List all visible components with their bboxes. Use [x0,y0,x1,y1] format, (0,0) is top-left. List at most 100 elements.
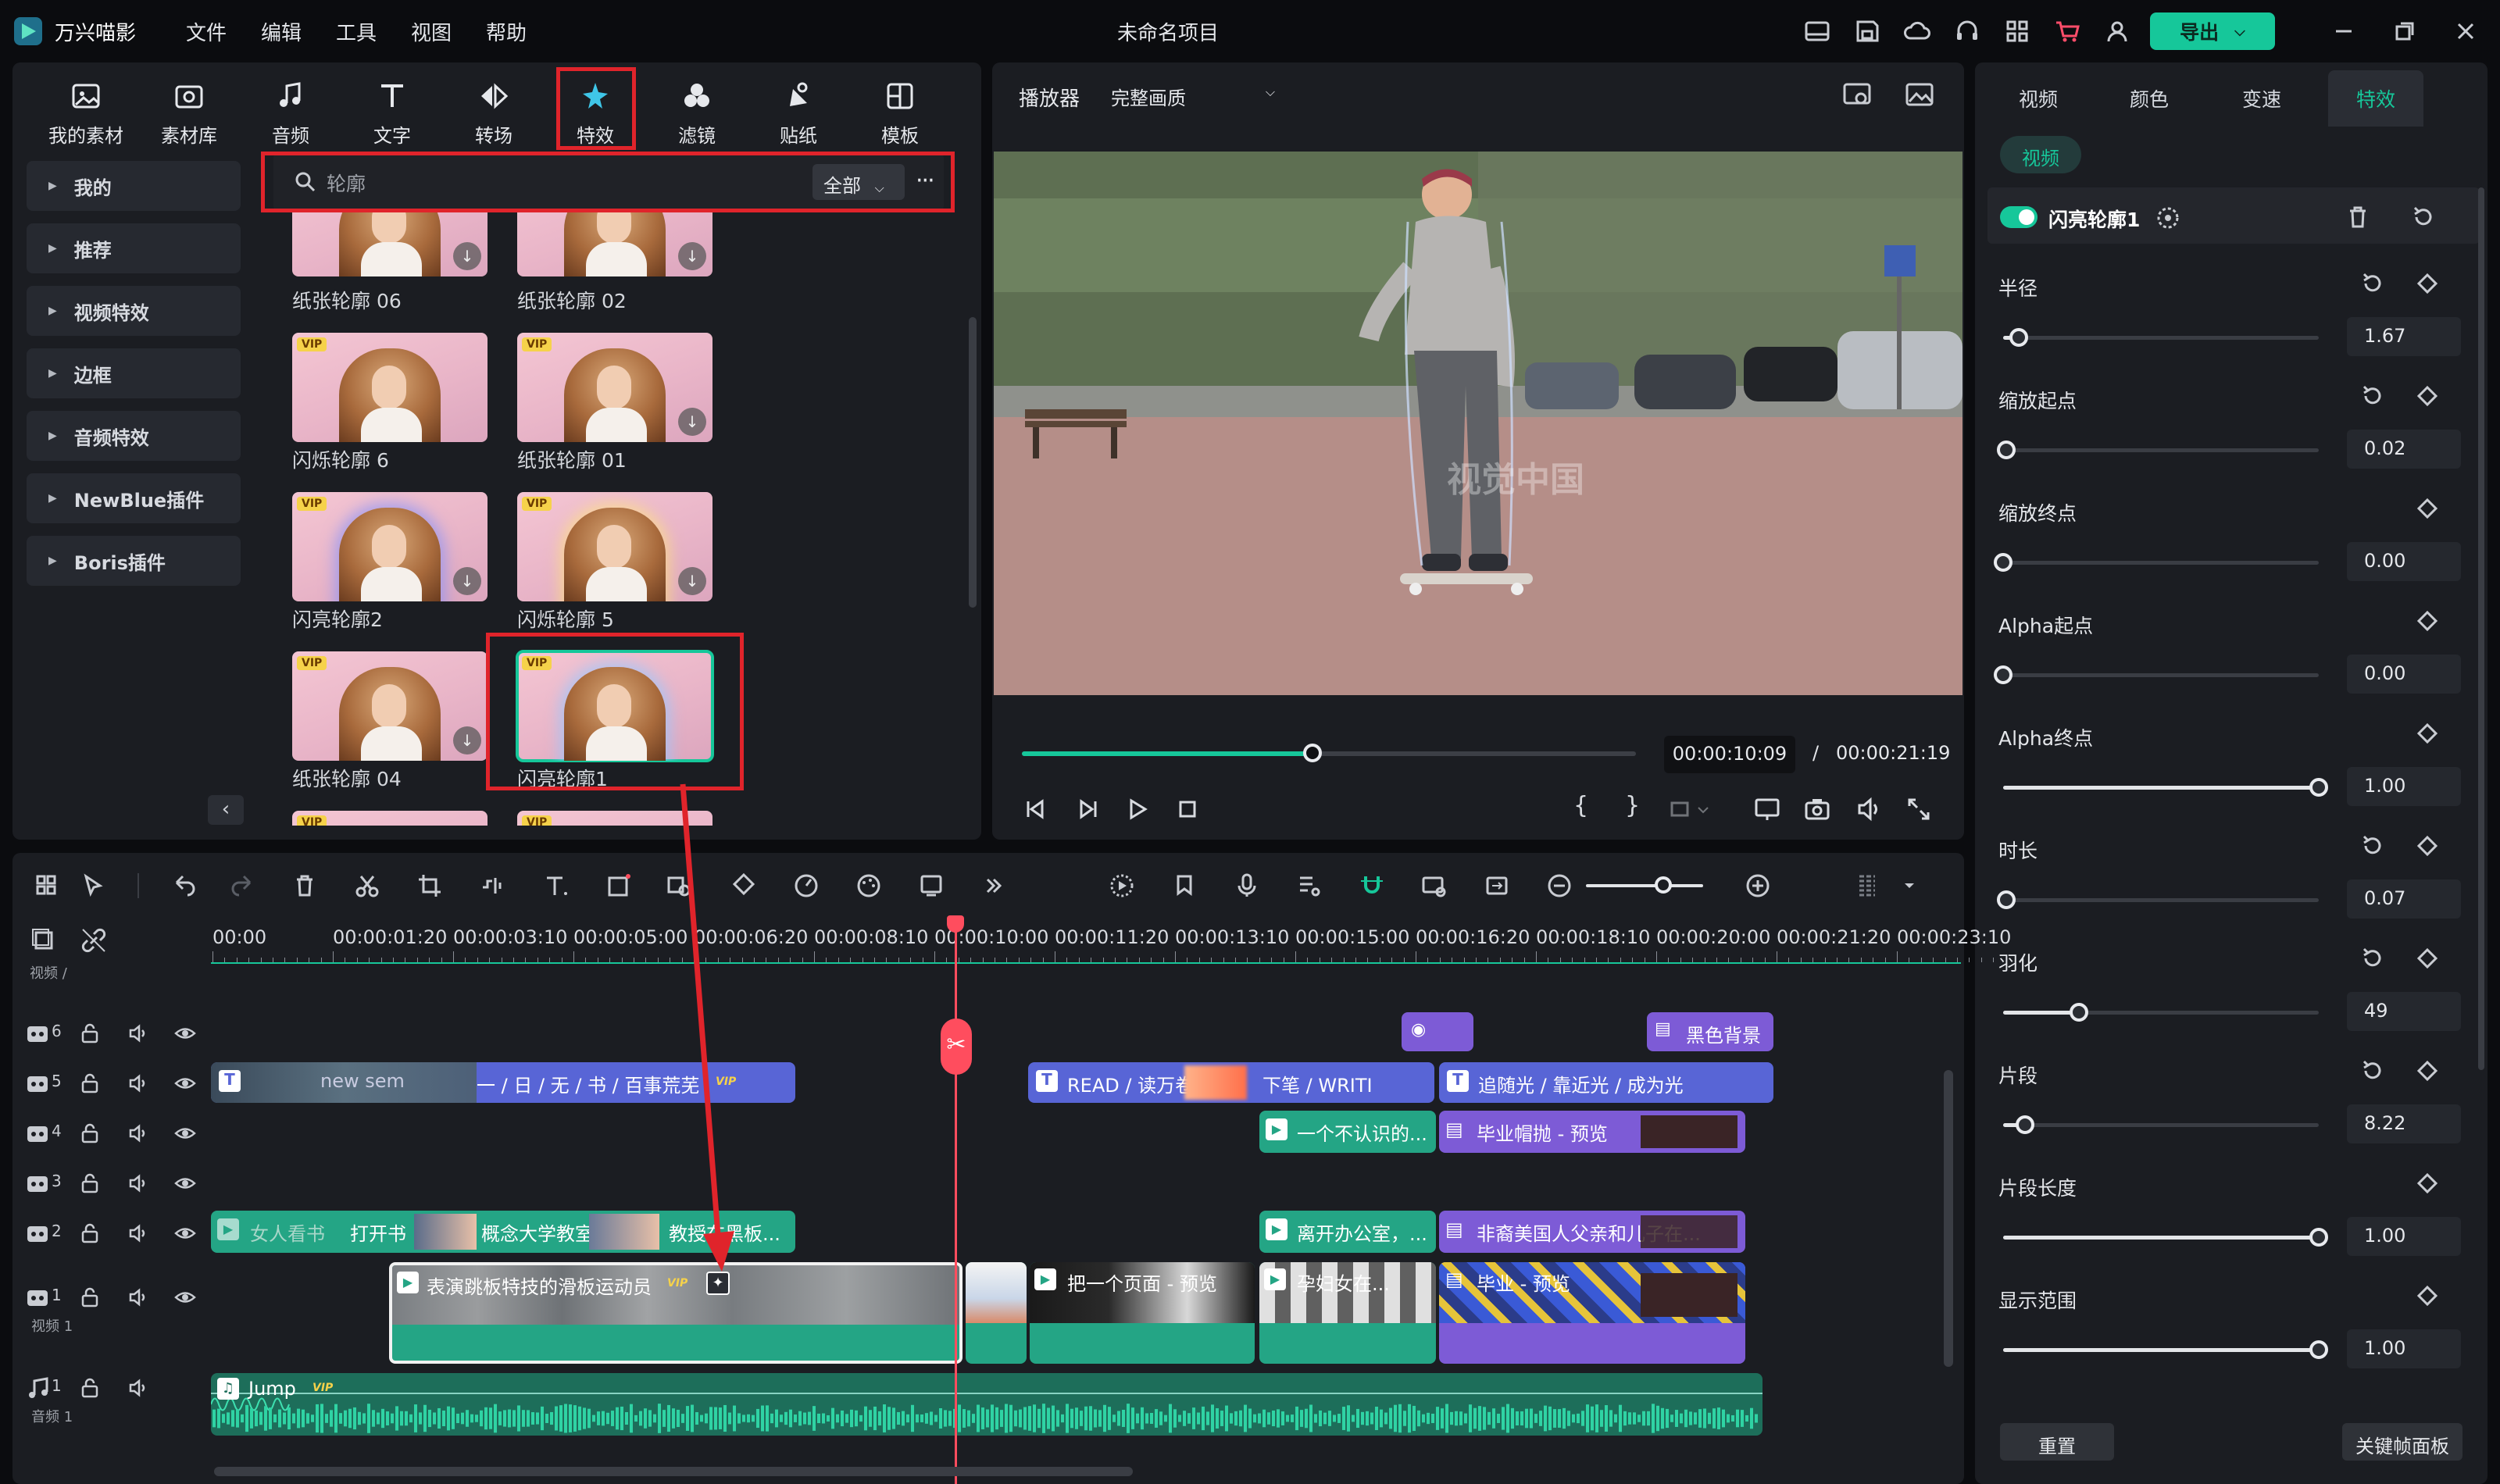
speaker-icon[interactable] [127,1172,150,1195]
video-clip[interactable] [966,1262,1027,1364]
playback-progress-handle[interactable] [1303,744,1322,762]
speaker-icon[interactable] [127,1072,150,1095]
eye-icon[interactable] [173,1122,197,1145]
previous-frame-icon[interactable] [1020,794,1052,825]
param-value-input[interactable]: 1.00 [2347,767,2461,806]
timeline-hscrollbar[interactable] [214,1467,1133,1476]
eye-icon[interactable] [173,1172,197,1195]
stop-icon[interactable] [1172,794,1203,825]
param-slider-handle[interactable] [2309,1340,2328,1359]
param-value-input[interactable]: 0.02 [2347,430,2461,469]
camera-snapshot-icon[interactable] [1802,794,1833,825]
scissors-icon[interactable] [352,870,383,901]
effect-thumbnail-selected[interactable]: VIP [516,650,714,762]
headset-icon[interactable] [1952,16,1983,47]
menu-tools[interactable]: 工具 [336,17,377,46]
tab-stickers[interactable]: 贴纸 [752,78,845,148]
keyframe-diamond-icon[interactable] [2414,608,2441,634]
tab-templates[interactable]: 模板 [853,78,947,148]
param-slider-handle[interactable] [2309,1228,2328,1247]
param-slider-track[interactable] [2003,448,2319,452]
zoom-out-icon[interactable] [1544,870,1575,901]
lock-icon[interactable] [78,1286,102,1309]
tab-stock-media[interactable]: 素材库 [142,78,236,148]
tab-my-media[interactable]: 我的素材 [39,78,133,148]
timeline-vscrollbar[interactable] [1944,1070,1953,1367]
mark-in-icon[interactable]: { [1573,792,1588,819]
menu-view[interactable]: 视图 [411,17,452,46]
crop-icon[interactable] [414,870,445,901]
menu-edit[interactable]: 编辑 [261,17,302,46]
eye-icon[interactable] [173,1022,197,1045]
download-icon[interactable]: ↓ [453,726,481,754]
snapshot-compare-icon[interactable] [1841,78,1873,111]
tab-effects[interactable]: 特效 [548,78,642,148]
param-value-input[interactable]: 8.22 [2347,1104,2461,1143]
download-icon[interactable]: ↓ [453,242,481,270]
keyframe-diamond-icon[interactable] [2414,383,2441,409]
category-audio-effects[interactable]: ▶ 音频特效 [27,411,241,461]
layout-icon[interactable] [1802,16,1833,47]
search-input[interactable]: 轮廓 [327,169,764,195]
properties-scrollbar[interactable] [2478,187,2484,1070]
video-clip[interactable]: ▶ 女人看书 打开书 概念大学教室 教授在黑板... [211,1211,795,1253]
undo-icon[interactable] [169,870,200,901]
effect-enable-toggle[interactable] [2000,206,2038,228]
more-tools-icon[interactable] [978,870,1009,901]
export-button[interactable]: 导出 ⌵ [2150,12,2275,50]
effect-thumbnail[interactable]: VIP [292,333,488,442]
param-slider-track[interactable] [2003,336,2319,340]
split-scissors-button[interactable]: ✂ [941,1018,972,1075]
video-clip[interactable]: ▶ 一个不认识的... [1259,1111,1436,1153]
playback-progress-track[interactable] [1022,751,1636,756]
text-clip[interactable]: T 追随光 / 靠近光 / 成为光 [1439,1062,1773,1103]
replace-icon[interactable] [1481,870,1512,901]
play-icon[interactable] [1122,794,1153,825]
param-slider-track[interactable] [2003,898,2319,902]
lock-icon[interactable] [78,1172,102,1195]
zoom-in-icon[interactable] [1742,870,1773,901]
effect-thumbnail[interactable]: VIP ↓ [292,651,488,761]
keyframe-diamond-icon[interactable] [2414,945,2441,972]
text-clip[interactable]: T READ / 读万卷 下笔 / WRITI [1028,1062,1434,1103]
reset-param-icon[interactable] [2359,945,2386,972]
category-mine[interactable]: ▶ 我的 [27,161,241,211]
minimize-icon[interactable] [2328,16,2359,47]
effect-thumbnail[interactable]: VIP [292,811,488,826]
reset-button[interactable]: 重置 [2000,1423,2114,1461]
library-scrollbar[interactable] [969,317,977,608]
tab-audio[interactable]: 音频 [244,78,338,148]
param-slider-track[interactable] [2003,1348,2319,1352]
main-video-clip-selected[interactable]: ▶ 表演跳板特技的滑板运动员 VIP ✦ [389,1262,962,1364]
effect-thumbnail[interactable]: ↓ [292,212,488,276]
lock-icon[interactable] [78,1376,102,1400]
param-value-input[interactable]: 49 [2347,992,2461,1031]
menu-help[interactable]: 帮助 [486,17,527,46]
tab-speed[interactable]: 变速 [2242,84,2281,112]
param-slider-handle[interactable] [2309,778,2328,797]
chevron-down-icon[interactable] [1894,870,1925,901]
subtab-video[interactable]: 视频 [2000,136,2081,173]
delete-icon[interactable] [289,870,320,901]
keyframe-diamond-icon[interactable] [2414,1058,2441,1084]
video-clip[interactable]: ▶ 离开办公室，... [1259,1211,1436,1253]
tab-color[interactable]: 颜色 [2130,84,2169,112]
mask-icon[interactable] [2155,205,2181,231]
tab-effects-active[interactable]: 特效 [2328,70,2423,127]
speaker-icon[interactable] [127,1022,150,1045]
keyframe-diamond-icon[interactable] [2414,720,2441,747]
param-slider-handle[interactable] [1997,890,2016,909]
keyframe-diamond-icon[interactable] [2414,270,2441,297]
render-preview-icon[interactable] [1106,870,1138,901]
reset-param-icon[interactable] [2359,383,2386,409]
tab-video[interactable]: 视频 [2019,84,2058,112]
audio-adjust-icon[interactable] [477,870,508,901]
effect-thumbnail[interactable]: VIP ↓ [517,333,712,442]
speaker-icon[interactable] [127,1376,150,1400]
eye-icon[interactable] [173,1286,197,1309]
image-clip[interactable]: ▤ 毕业帽抛 - 预览 [1439,1111,1745,1153]
zoom-slider-track[interactable] [1586,884,1703,887]
param-slider-handle[interactable] [2069,1003,2088,1022]
reset-param-icon[interactable] [2359,1058,2386,1084]
param-slider-track[interactable] [2003,1011,2319,1015]
